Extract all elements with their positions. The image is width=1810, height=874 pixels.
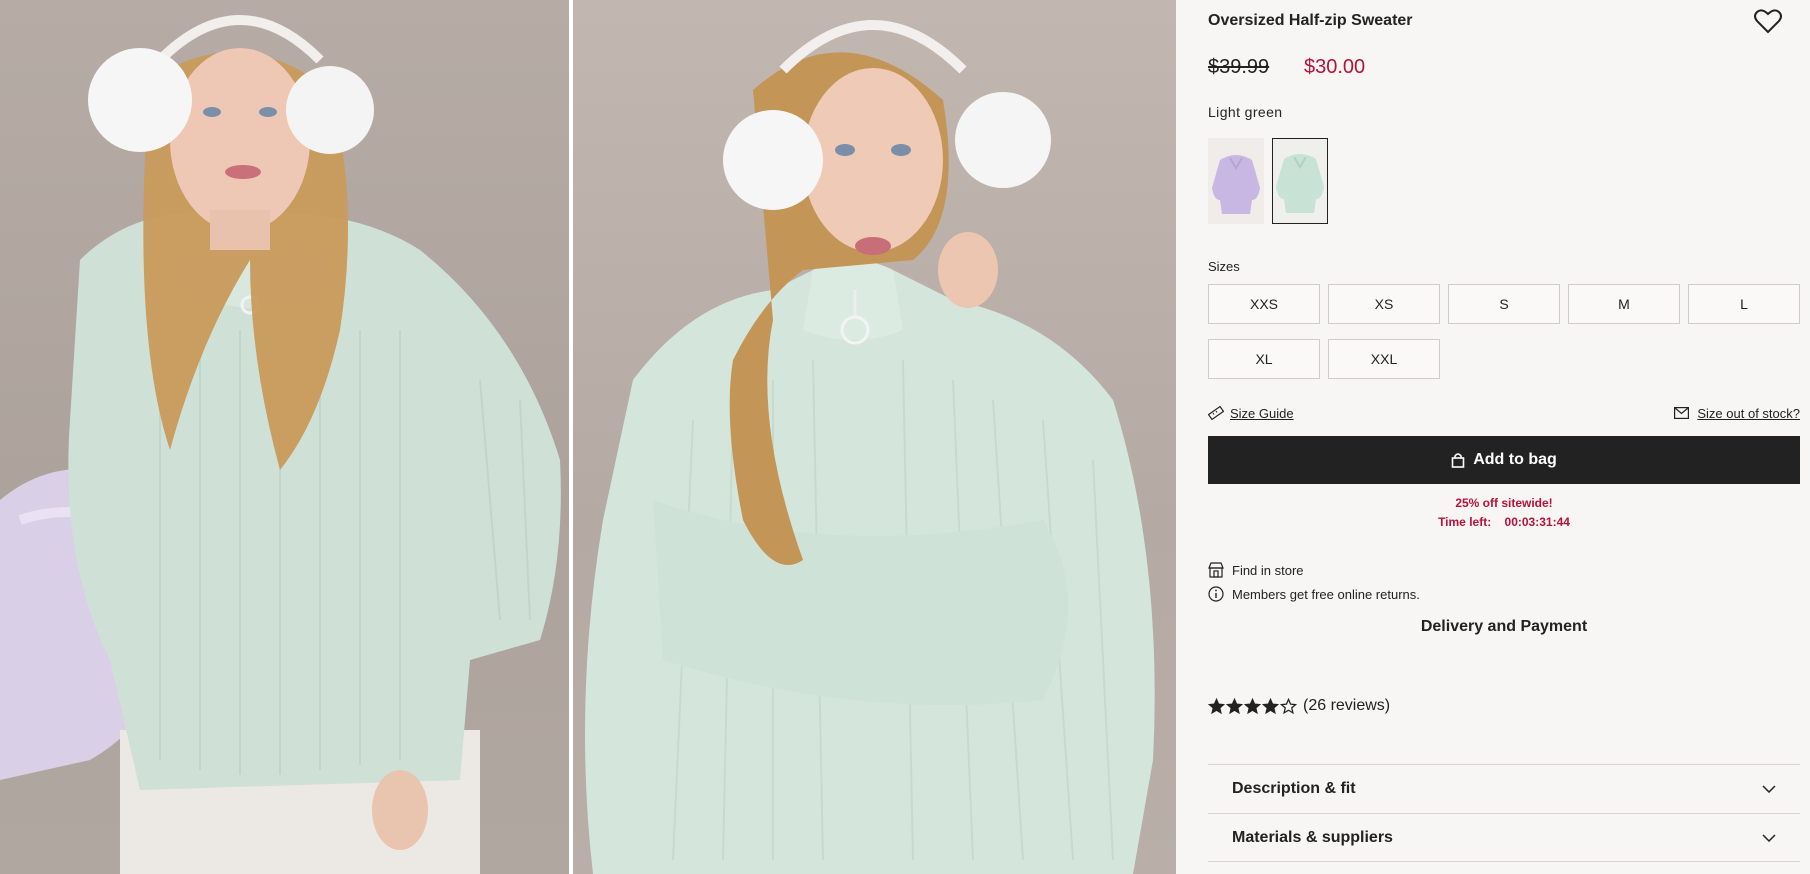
chevron-down-icon (1762, 833, 1776, 842)
original-price: $39.99 (1208, 56, 1270, 78)
find-in-store-label: Find in store (1232, 562, 1304, 578)
star-icon (1280, 697, 1297, 714)
promo-headline: 25% off sitewide! (1455, 496, 1553, 510)
size-option-xs[interactable]: XS (1328, 284, 1440, 324)
size-option-xxl[interactable]: XXL (1328, 339, 1440, 379)
size-option-xl[interactable]: XL (1208, 339, 1320, 379)
size-option-xxs[interactable]: XXS (1208, 284, 1320, 324)
size-guide-link[interactable]: Size Guide (1230, 406, 1294, 421)
product-image-closeup[interactable] (573, 0, 1176, 874)
star-icon (1244, 697, 1261, 714)
star-icon (1208, 697, 1225, 714)
countdown-value: 00:03:31:44 (1504, 515, 1570, 529)
selected-color-label: Light green (1208, 104, 1283, 120)
delivery-and-payment-link[interactable]: Delivery and Payment (1208, 618, 1800, 636)
accordion-description-fit[interactable]: Description & fit (1208, 764, 1800, 812)
store-icon (1208, 562, 1224, 578)
size-guide-row: Size Guide (1208, 403, 1294, 423)
heart-icon (1754, 9, 1782, 34)
promo-timer: Time left: 00:03:31:44 (1208, 515, 1800, 529)
ruler-icon (1208, 405, 1224, 421)
product-image-front[interactable] (0, 0, 569, 874)
size-out-of-stock-row: Size out of stock? (1674, 403, 1800, 423)
color-swatch-light-green[interactable] (1272, 138, 1328, 224)
size-option-m[interactable]: M (1568, 284, 1680, 324)
bag-lock-icon (1451, 453, 1465, 468)
free-returns-text: Members get free online returns. (1232, 586, 1420, 602)
add-to-bag-button[interactable]: Add to bag (1208, 436, 1800, 484)
accordion-materials-suppliers[interactable]: Materials & suppliers (1208, 813, 1800, 861)
accordion-divider (1208, 861, 1800, 862)
size-option-l[interactable]: L (1688, 284, 1800, 324)
sizes-label: Sizes (1208, 259, 1240, 274)
time-left-label: Time left: (1438, 515, 1492, 529)
accordion-description-fit-label: Description & fit (1232, 779, 1356, 797)
rating-summary[interactable]: (26 reviews) (1208, 697, 1390, 715)
chevron-down-icon (1762, 784, 1776, 793)
star-icon (1262, 697, 1279, 714)
star-icon (1226, 697, 1243, 714)
free-returns-row: Members get free online returns. (1208, 586, 1420, 602)
color-swatch-lilac[interactable] (1208, 138, 1264, 224)
mail-icon (1674, 407, 1690, 419)
reviews-count: (26 reviews) (1303, 697, 1391, 714)
add-to-bag-label: Add to bag (1473, 451, 1557, 468)
favorite-button[interactable] (1754, 8, 1782, 34)
size-out-of-stock-link[interactable]: Size out of stock? (1697, 406, 1800, 421)
product-info-panel: Oversized Half-zip Sweater $39.99 $30.00… (1176, 0, 1810, 874)
info-icon (1208, 586, 1224, 602)
product-title: Oversized Half-zip Sweater (1208, 12, 1413, 29)
size-option-s[interactable]: S (1448, 284, 1560, 324)
sale-price: $30.00 (1304, 56, 1366, 78)
find-in-store-row[interactable]: Find in store (1208, 562, 1304, 578)
star-rating (1208, 697, 1297, 715)
accordion-materials-suppliers-label: Materials & suppliers (1232, 828, 1393, 846)
